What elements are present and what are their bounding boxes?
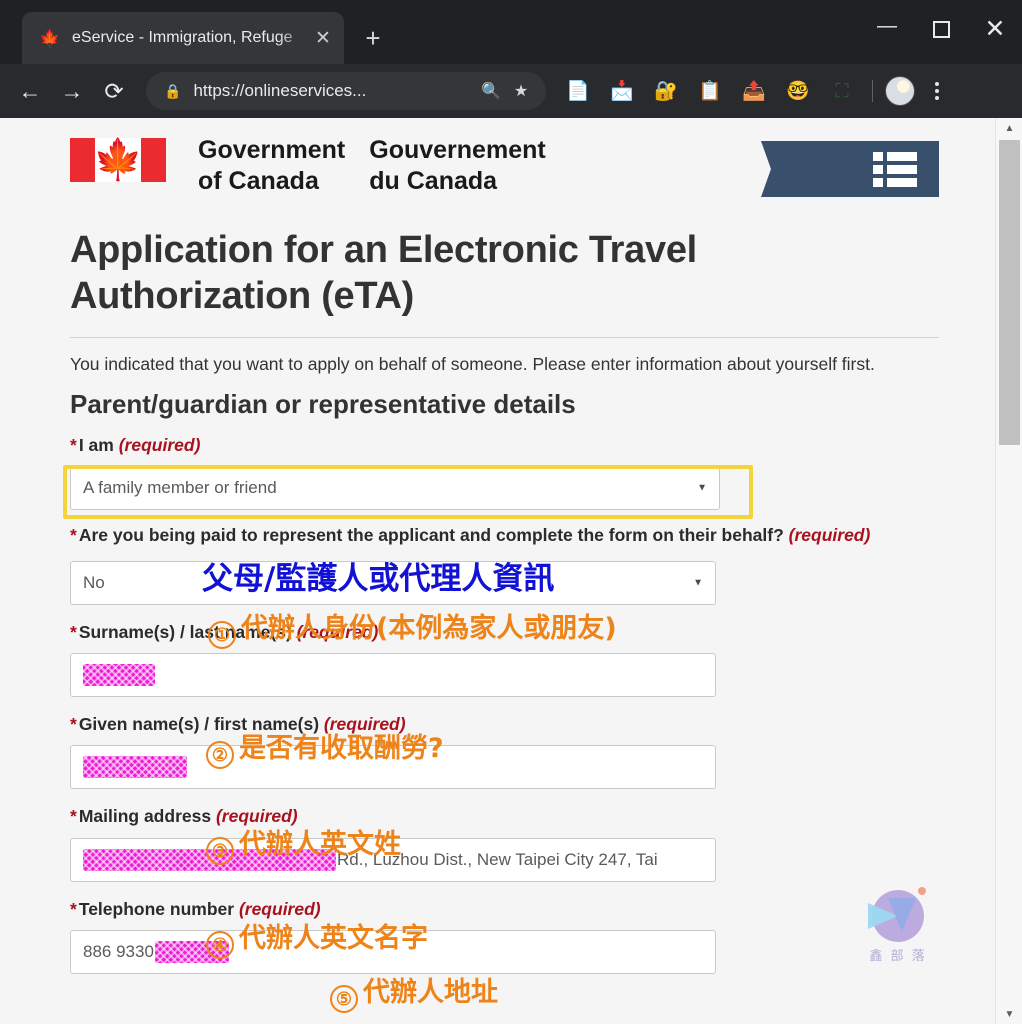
url-text: https://onlineservices... bbox=[193, 81, 367, 100]
extensions-area: 📄 📩 🔐 📋 📤 🤓 ⛶ bbox=[556, 74, 951, 108]
forward-icon[interactable]: → bbox=[52, 71, 92, 111]
goc-wordmark-fr: Gouvernement du Canada bbox=[369, 136, 546, 196]
profile-avatar[interactable] bbox=[885, 76, 915, 106]
scroll-up-arrow-icon[interactable]: ▲ bbox=[996, 118, 1022, 138]
label-mailing-address: * Mailing address (required) bbox=[70, 803, 939, 830]
required-asterisk: * bbox=[70, 622, 77, 643]
reader-avatar-extension-icon[interactable]: 🤓 bbox=[783, 76, 813, 106]
mailing-address-value: Rd., Luzhou Dist., New Taipei City 247, … bbox=[337, 849, 658, 869]
toolbar-divider bbox=[872, 80, 873, 102]
required-tag: (required) bbox=[788, 525, 871, 546]
page-scrollbar[interactable]: ▲ ▼ bbox=[995, 118, 1022, 1024]
field-i-am: * I am (required) A family member or frie… bbox=[63, 432, 939, 520]
grid-list-icon bbox=[873, 151, 917, 187]
required-tag: (required) bbox=[323, 714, 406, 735]
label-surname-text: Surname(s) / last name(s) bbox=[78, 622, 292, 643]
paid-select[interactable]: No bbox=[70, 561, 716, 606]
label-paid: * Are you being paid to represent the app… bbox=[70, 522, 939, 549]
required-tag: (required) bbox=[215, 806, 298, 827]
password-manager-extension-icon[interactable]: 🔐 bbox=[651, 76, 681, 106]
field-telephone: * Telephone number (required) 886 9330 bbox=[70, 896, 939, 974]
label-telephone-text: Telephone number bbox=[78, 898, 235, 919]
section-heading: Parent/guardian or representative detail… bbox=[70, 389, 576, 420]
i-am-value: A family member or friend bbox=[83, 478, 277, 498]
copy-pages-extension-icon[interactable]: 📄 bbox=[563, 76, 593, 106]
browser-menu-icon[interactable] bbox=[923, 74, 951, 108]
label-given-name: * Given name(s) / first name(s) (required… bbox=[70, 711, 939, 738]
redacted-value bbox=[83, 848, 336, 871]
label-mailing-address-text: Mailing address bbox=[78, 806, 212, 827]
canada-flag-icon: 🍁 bbox=[70, 138, 166, 182]
window-controls: — ✕ bbox=[860, 0, 1022, 58]
maple-leaf-icon: 🍁 bbox=[39, 28, 61, 48]
redacted-value bbox=[154, 940, 229, 963]
field-paid: * Are you being paid to represent the app… bbox=[70, 522, 939, 606]
required-asterisk: * bbox=[70, 806, 77, 827]
label-telephone: * Telephone number (required) bbox=[70, 896, 939, 923]
page-title: Application for an Electronic Travel Aut… bbox=[70, 229, 697, 317]
menu-grid-button[interactable] bbox=[761, 141, 939, 197]
title-divider bbox=[70, 337, 939, 339]
maximize-icon bbox=[932, 20, 950, 38]
label-i-am: * I am (required) bbox=[70, 432, 939, 459]
given-name-input[interactable] bbox=[70, 745, 716, 790]
browser-toolbar: ← → ⟳ 🔒 https://onlineservices... 🔍 ★ 📄 … bbox=[0, 64, 1022, 118]
telephone-value: 886 9330 bbox=[83, 941, 154, 961]
required-asterisk: * bbox=[70, 898, 77, 919]
label-i-am-text: I am bbox=[78, 434, 114, 455]
browser-tab[interactable]: 🍁 eService - Immigration, Refuge ✕ bbox=[22, 12, 344, 64]
mail-checker-extension-icon[interactable]: 📩 bbox=[607, 76, 637, 106]
browser-title-bar: 🍁 eService - Immigration, Refuge ✕ + — ✕ bbox=[0, 0, 1022, 64]
label-given-name-text: Given name(s) / first name(s) bbox=[78, 714, 320, 735]
intro-paragraph: You indicated that you want to apply on … bbox=[70, 354, 875, 375]
field-surname: * Surname(s) / last name(s) (required) bbox=[70, 619, 939, 698]
required-asterisk: * bbox=[70, 434, 77, 455]
i-am-select[interactable]: A family member or friend bbox=[70, 466, 720, 511]
share-export-extension-icon[interactable]: 📤 bbox=[739, 76, 769, 106]
web-page: 🍁 Government of Canada Gouvernement du C… bbox=[8, 118, 995, 1024]
bookmark-star-icon[interactable]: ★ bbox=[506, 81, 536, 101]
paid-value: No bbox=[83, 573, 105, 593]
fullscreen-capture-extension-icon[interactable]: ⛶ bbox=[827, 76, 857, 106]
scroll-down-arrow-icon[interactable]: ▼ bbox=[996, 1004, 1022, 1024]
tab-title: eService - Immigration, Refuge bbox=[72, 29, 293, 46]
search-minus-icon[interactable]: 🔍 bbox=[476, 81, 506, 101]
page-viewport: 🍁 Government of Canada Gouvernement du C… bbox=[0, 118, 1022, 1024]
clipboard-extension-icon[interactable]: 📋 bbox=[695, 76, 725, 106]
telephone-input[interactable]: 886 9330 bbox=[70, 929, 716, 974]
mailing-address-input[interactable]: Rd., Luzhou Dist., New Taipei City 247, … bbox=[70, 837, 716, 882]
required-tag: (required) bbox=[238, 898, 321, 919]
back-icon[interactable]: ← bbox=[10, 71, 50, 111]
new-tab-button[interactable]: + bbox=[356, 21, 390, 55]
redacted-value bbox=[83, 756, 187, 779]
surname-input[interactable] bbox=[70, 653, 716, 698]
annotation-number-5: ⑤ bbox=[330, 985, 358, 1013]
reload-icon[interactable]: ⟳ bbox=[94, 71, 134, 111]
maximize-button[interactable] bbox=[914, 6, 968, 52]
minimize-button[interactable]: — bbox=[860, 6, 914, 52]
goc-wordmark-en: Government of Canada bbox=[198, 136, 346, 196]
browser-window: 🍁 eService - Immigration, Refuge ✕ + — ✕… bbox=[0, 0, 1022, 1024]
goc-header: 🍁 Government of Canada Gouvernement du C… bbox=[70, 118, 939, 198]
required-tag: (required) bbox=[118, 434, 201, 455]
scrollbar-thumb[interactable] bbox=[999, 140, 1020, 445]
redacted-value bbox=[83, 664, 155, 687]
field-mailing-address: * Mailing address (required) Rd., Luzhou … bbox=[70, 803, 939, 882]
close-window-button[interactable]: ✕ bbox=[968, 6, 1022, 52]
annotation-5: ⑤ 代辦人地址 bbox=[330, 970, 498, 1013]
annotation-5-text: 代辦人地址 bbox=[363, 977, 498, 1008]
lock-icon: 🔒 bbox=[164, 83, 182, 99]
required-asterisk: * bbox=[70, 525, 77, 546]
required-tag: (required) bbox=[296, 622, 379, 643]
goc-wordmark: Government of Canada Gouvernement du Can… bbox=[198, 135, 546, 198]
address-bar[interactable]: 🔒 https://onlineservices... 🔍 ★ bbox=[146, 72, 546, 110]
field-given-name: * Given name(s) / first name(s) (required… bbox=[70, 711, 939, 790]
label-paid-text: Are you being paid to represent the appl… bbox=[78, 525, 784, 546]
required-asterisk: * bbox=[70, 714, 77, 735]
close-tab-icon[interactable]: ✕ bbox=[312, 27, 334, 49]
label-surname: * Surname(s) / last name(s) (required) bbox=[70, 619, 939, 646]
